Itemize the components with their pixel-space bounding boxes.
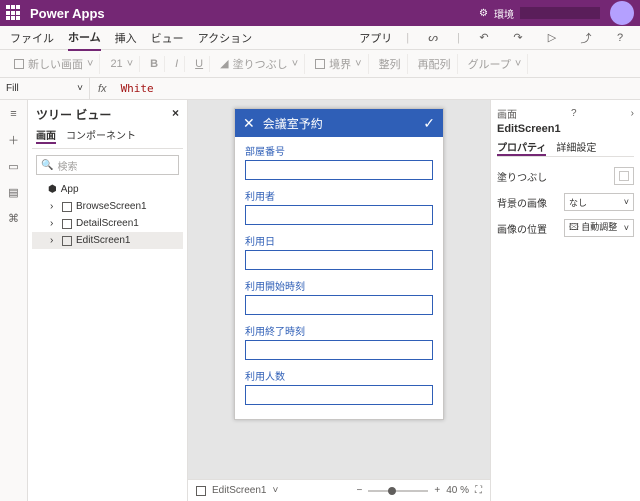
menu-insert[interactable]: 挿入	[115, 26, 137, 50]
field-label: 利用開始時刻	[245, 278, 433, 293]
zoom-in-button[interactable]: +	[434, 485, 440, 496]
field-label: 部屋番号	[245, 143, 433, 158]
tree-node-screen[interactable]: ›DetailScreen1	[32, 215, 183, 232]
field-label: 利用人数	[245, 368, 433, 383]
form-submit-icon[interactable]: ✓	[423, 115, 435, 132]
close-panel-icon[interactable]: ×	[172, 106, 179, 123]
field-label: 利用日	[245, 233, 433, 248]
props-tab-advanced[interactable]: 詳細設定	[556, 139, 596, 156]
tree-node-app[interactable]: ⬢App	[32, 181, 183, 198]
field-input[interactable]	[245, 205, 433, 225]
formula-input[interactable]: White	[115, 82, 160, 95]
media-icon[interactable]: ▤	[6, 184, 22, 200]
property-selector[interactable]: Fill˅	[0, 78, 90, 99]
menu-file[interactable]: ファイル	[10, 26, 54, 50]
field-label: 利用者	[245, 188, 433, 203]
search-icon: 🔍	[41, 160, 53, 171]
search-placeholder: 検索	[57, 158, 77, 173]
chevron-down-icon: ˅	[624, 223, 629, 233]
group-button[interactable]: グループ˅	[462, 54, 529, 74]
app-icon: ⬢	[48, 184, 57, 195]
align-button[interactable]: 整列	[373, 54, 408, 74]
menu-view[interactable]: ビュー	[151, 26, 184, 50]
app-launcher-icon[interactable]	[6, 5, 22, 21]
field-input[interactable]	[245, 160, 433, 180]
fill-button[interactable]: ◢塗りつぶし˅	[214, 54, 305, 74]
prop-bgimage-select[interactable]: なし˅	[564, 193, 634, 211]
bold-button[interactable]: B	[144, 56, 165, 72]
field-input[interactable]	[245, 340, 433, 360]
status-screen-name[interactable]: EditScreen1	[212, 485, 266, 496]
zoom-value: 40 %	[446, 485, 469, 496]
props-help-icon[interactable]: ?	[571, 108, 577, 119]
fx-label: fx	[90, 83, 115, 95]
form-cancel-icon[interactable]: ✕	[243, 115, 255, 132]
screen-icon	[62, 202, 72, 212]
props-header-label: 画面	[497, 106, 517, 121]
play-icon[interactable]: ▷	[542, 28, 562, 48]
environment-picker[interactable]: ⚙ 環境	[479, 6, 600, 21]
zoom-slider[interactable]	[368, 490, 428, 492]
menu-action[interactable]: アクション	[198, 26, 252, 50]
screen-icon	[62, 219, 72, 229]
user-avatar[interactable]	[610, 1, 634, 25]
props-tab-properties[interactable]: プロパティ	[497, 139, 546, 156]
prop-imgpos-label: 画像の位置	[497, 221, 547, 236]
share-icon[interactable]: ⤴	[576, 28, 596, 48]
settings-icon[interactable]: ?	[610, 28, 630, 48]
fontsize-input[interactable]: 21˅	[104, 56, 140, 72]
selected-control-name: EditScreen1	[497, 123, 634, 135]
tree-tab-screen[interactable]: 画面	[36, 127, 56, 144]
italic-button[interactable]: I	[169, 56, 185, 72]
tree-tab-component[interactable]: コンポーネント	[66, 127, 136, 144]
paint-bucket-icon: ◢	[220, 57, 228, 70]
chevron-down-icon: ˅	[624, 197, 629, 207]
tree-node-screen[interactable]: ›EditScreen1	[32, 232, 183, 249]
new-screen-button[interactable]: 新しい画面˅	[8, 54, 100, 74]
reorder-button[interactable]: 再配列	[412, 54, 458, 74]
props-expand-icon[interactable]: ›	[631, 108, 634, 119]
tree-title: ツリー ビュー	[36, 106, 111, 123]
redo-icon[interactable]: ↷	[508, 28, 528, 48]
border-button[interactable]: 境界˅	[309, 54, 368, 74]
advanced-icon[interactable]: ⌘	[6, 210, 22, 226]
menu-apps[interactable]: アプリ	[359, 26, 392, 50]
data-icon[interactable]: ▭	[6, 158, 22, 174]
color-swatch-icon	[619, 171, 629, 181]
prop-fill-picker[interactable]	[614, 167, 634, 185]
tree-node-screen[interactable]: ›BrowseScreen1	[32, 198, 183, 215]
app-name: Power Apps	[30, 6, 479, 21]
fit-icon[interactable]: ⛶	[475, 485, 482, 496]
menu-home[interactable]: ホーム	[68, 25, 101, 51]
tree-search-input[interactable]: 🔍 検索	[36, 155, 179, 175]
app-checker-icon[interactable]: ᔕ	[423, 28, 443, 48]
divider: |	[457, 32, 460, 44]
screen-icon-status	[196, 486, 206, 496]
tree-view-icon[interactable]: ≡	[6, 106, 22, 122]
zoom-out-button[interactable]: −	[357, 485, 363, 496]
canvas-screen[interactable]: ✕ 会議室予約 ✓ 部屋番号 利用者 利用日 利用開始時刻 利用終了時刻 利用人…	[234, 108, 444, 420]
field-input[interactable]	[245, 295, 433, 315]
prop-bgimage-label: 背景の画像	[497, 195, 547, 210]
field-input[interactable]	[245, 385, 433, 405]
environment-name	[520, 7, 600, 19]
field-input[interactable]	[245, 250, 433, 270]
environment-label: 環境	[494, 6, 514, 21]
screen-icon	[62, 236, 72, 246]
environment-icon: ⚙	[479, 8, 488, 19]
prop-fill-label: 塗りつぶし	[497, 169, 547, 184]
underline-button[interactable]: U	[189, 56, 210, 72]
divider: |	[406, 32, 409, 44]
insert-icon[interactable]: ＋	[6, 132, 22, 148]
prop-imgpos-select[interactable]: 🖾 自動調整˅	[564, 219, 634, 237]
form-title: 会議室予約	[263, 115, 416, 132]
field-label: 利用終了時刻	[245, 323, 433, 338]
undo-icon[interactable]: ↶	[474, 28, 494, 48]
